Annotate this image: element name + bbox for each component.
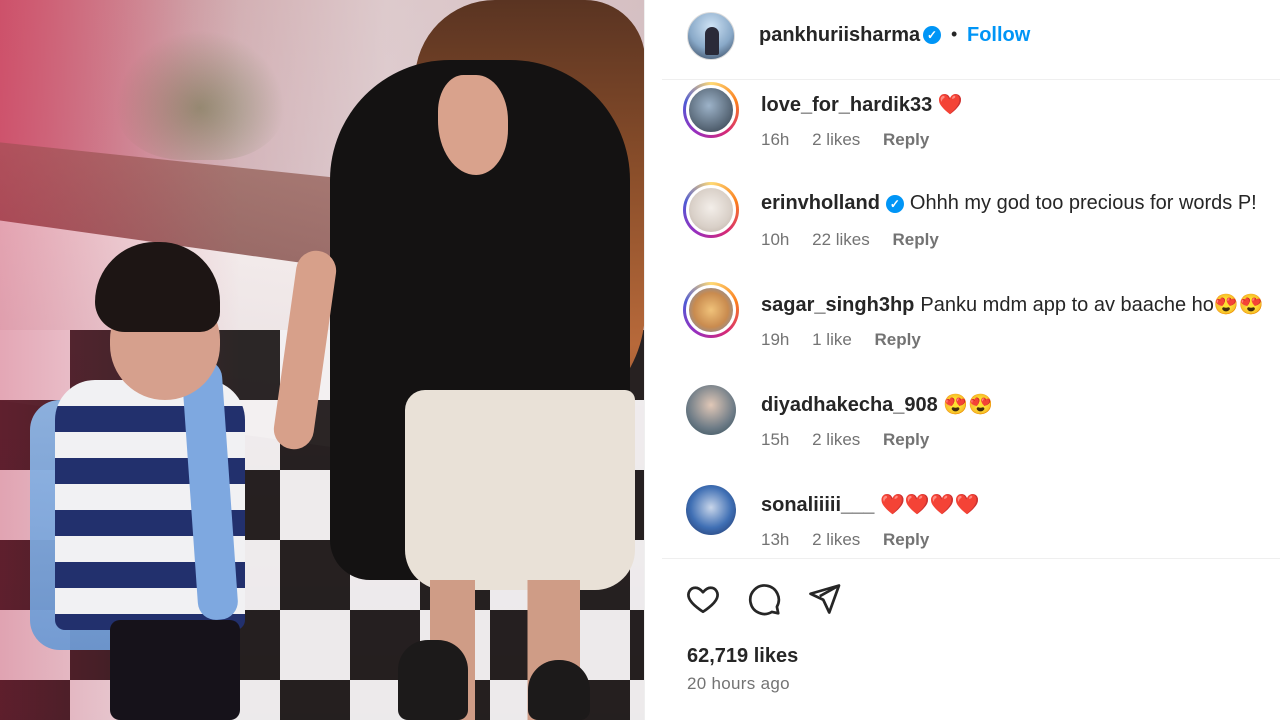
comment-meta: 15h 2 likes Reply xyxy=(761,430,947,450)
photo-sandal-right xyxy=(528,660,590,720)
comment-username[interactable]: sonaliiiii___ xyxy=(761,494,874,516)
post-photo[interactable] xyxy=(0,0,644,720)
commenter-avatar[interactable] xyxy=(683,82,739,138)
reply-button[interactable]: Reply xyxy=(892,230,938,249)
reply-button[interactable]: Reply xyxy=(883,530,929,549)
comment-meta: 19h 1 like Reply xyxy=(761,330,939,350)
likes-count[interactable]: 62,719 likes xyxy=(687,645,798,668)
header-separator: • xyxy=(951,24,958,44)
comment-username[interactable]: diyadhakecha_908 xyxy=(761,394,938,416)
comment-line: erinvholland ✓ Ohhh my god too precious fo… xyxy=(761,192,1257,215)
comment-item: sonaliiiii___ ❤️❤️❤️❤️ 13h 2 likes Reply xyxy=(662,480,1280,558)
verified-badge-icon: ✓ xyxy=(885,194,904,213)
comment-item: love_for_hardik33 ❤️ 16h 2 likes Reply xyxy=(662,80,1280,180)
comment-likes[interactable]: 22 likes xyxy=(812,230,870,249)
comment-likes[interactable]: 1 like xyxy=(812,330,852,349)
comment-time[interactable]: 15h xyxy=(761,430,789,449)
comment-username[interactable]: sagar_singh3hp xyxy=(761,294,914,316)
heart-emoji-icon: ❤️❤️❤️❤️ xyxy=(879,494,980,516)
post-actions-bar: 62,719 likes 20 hours ago xyxy=(662,558,1280,720)
comment-line: love_for_hardik33 ❤️ xyxy=(761,92,963,117)
photo-sandal-left xyxy=(398,640,468,720)
comment-username[interactable]: erinvholland xyxy=(761,192,880,214)
reply-button[interactable]: Reply xyxy=(883,430,929,449)
comment-time[interactable]: 16h xyxy=(761,130,789,149)
comment-username[interactable]: love_for_hardik33 xyxy=(761,94,932,116)
commenter-avatar[interactable] xyxy=(686,485,736,535)
heart-outline-icon[interactable] xyxy=(685,581,721,617)
comment-item: sagar_singh3hp Panku mdm app to av baache… xyxy=(662,280,1280,380)
comment-likes[interactable]: 2 likes xyxy=(812,430,860,449)
photo-woman-skirt xyxy=(405,390,635,590)
verified-badge-icon: ✓ xyxy=(923,26,941,44)
commenter-avatar[interactable] xyxy=(686,385,736,435)
heart-emoji-icon: ❤️ xyxy=(937,94,963,116)
comment-item: erinvholland ✓ Ohhh my god too precious fo… xyxy=(662,180,1280,280)
comment-line: sonaliiiii___ ❤️❤️❤️❤️ xyxy=(761,492,980,517)
comment-meta: 10h 22 likes Reply xyxy=(761,230,957,250)
panel-divider xyxy=(644,0,662,720)
comment-text: Ohhh my god too precious for words P! xyxy=(909,192,1257,214)
comment-likes[interactable]: 2 likes xyxy=(812,130,860,149)
post-header: pankhuriisharma ✓ • Follow xyxy=(662,0,1280,80)
heart-eyes-emoji: 😍😍 xyxy=(1213,294,1264,316)
commenter-avatar[interactable] xyxy=(683,182,739,238)
comment-meta: 16h 2 likes Reply xyxy=(761,130,947,150)
reply-button[interactable]: Reply xyxy=(875,330,921,349)
heart-eyes-emoji: 😍😍 xyxy=(943,394,994,416)
comment-item: diyadhakecha_908 😍😍 15h 2 likes Reply xyxy=(662,380,1280,480)
comment-time[interactable]: 10h xyxy=(761,230,789,249)
comment-likes[interactable]: 2 likes xyxy=(812,530,860,549)
photo-kid-pants xyxy=(110,620,240,720)
paper-plane-icon[interactable] xyxy=(806,581,842,617)
commenter-avatar[interactable] xyxy=(683,282,739,338)
reply-button[interactable]: Reply xyxy=(883,130,929,149)
comment-time[interactable]: 13h xyxy=(761,530,789,549)
comment-text: Panku mdm app to av baache ho xyxy=(920,294,1214,316)
post-side-panel: pankhuriisharma ✓ • Follow love_for_hard… xyxy=(662,0,1280,720)
post-timestamp[interactable]: 20 hours ago xyxy=(687,674,790,694)
comments-list[interactable]: love_for_hardik33 ❤️ 16h 2 likes Reply e… xyxy=(662,80,1280,558)
author-username[interactable]: pankhuriisharma xyxy=(759,24,920,47)
author-avatar[interactable] xyxy=(687,12,735,60)
comment-bubble-icon[interactable] xyxy=(746,581,782,617)
comment-line: diyadhakecha_908 😍😍 xyxy=(761,392,993,417)
comment-meta: 13h 2 likes Reply xyxy=(761,530,947,550)
comment-time[interactable]: 19h xyxy=(761,330,789,349)
follow-button[interactable]: Follow xyxy=(967,24,1030,47)
comment-line: sagar_singh3hp Panku mdm app to av baache… xyxy=(761,292,1264,317)
